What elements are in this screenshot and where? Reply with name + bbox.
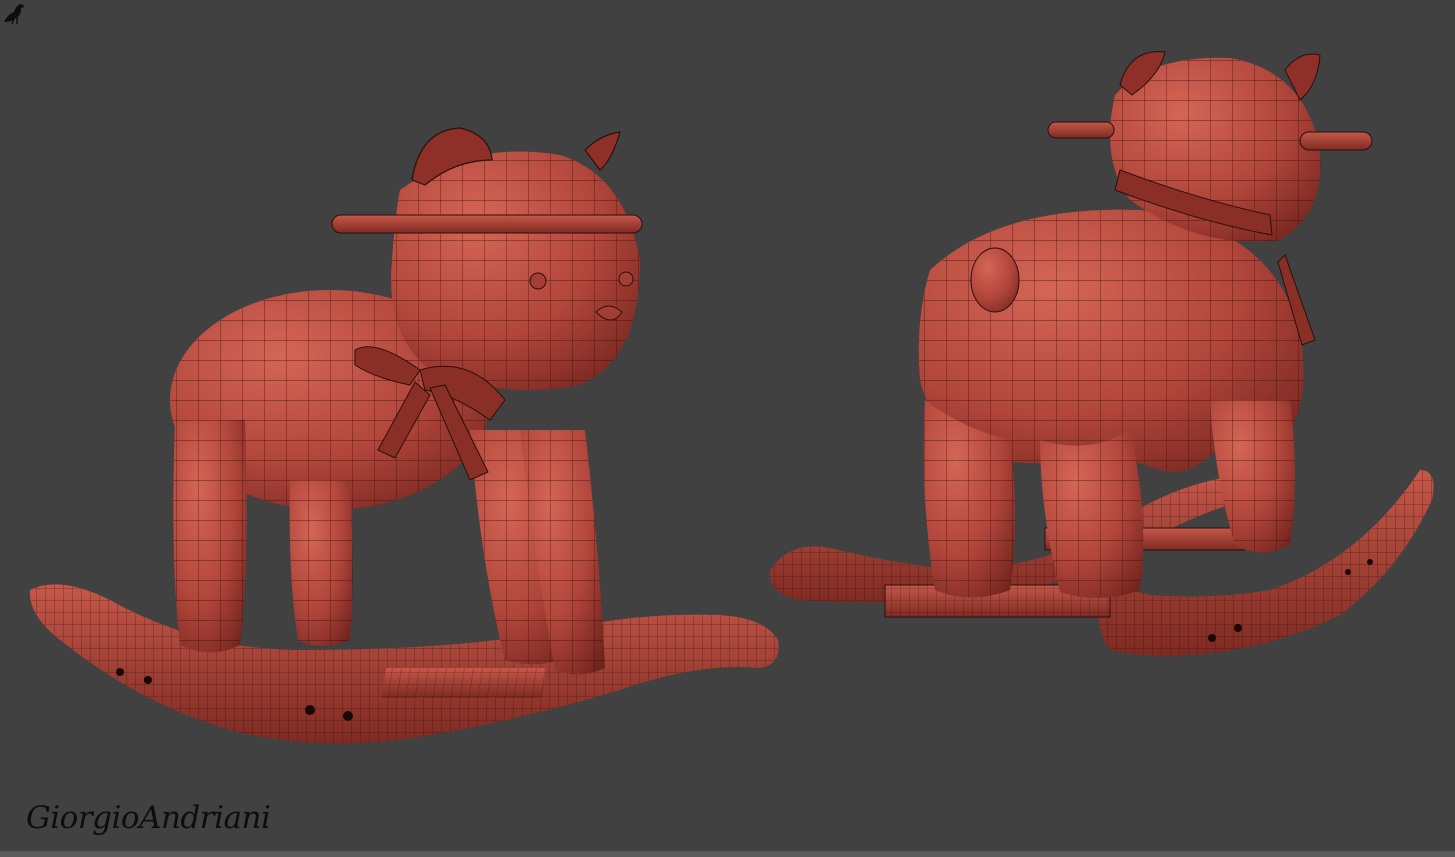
handle-bar [331, 214, 643, 234]
bear-tail [970, 247, 1020, 313]
bear-rocker-front-view [29, 127, 779, 744]
render-canvas [29, 51, 1434, 744]
bear-eye [618, 271, 634, 287]
artist-signature: GiorgioAndriani [26, 800, 271, 836]
handle-bar [1047, 121, 1115, 139]
render-viewport: GiorgioAndriani [0, 0, 1455, 857]
bear-rocker-rear-view [769, 51, 1434, 656]
bear-eye [529, 272, 547, 290]
crow-icon [4, 4, 24, 25]
handle-bar [1299, 131, 1373, 151]
bear-ear-right [584, 131, 621, 171]
bottom-edge-strip [0, 851, 1455, 857]
